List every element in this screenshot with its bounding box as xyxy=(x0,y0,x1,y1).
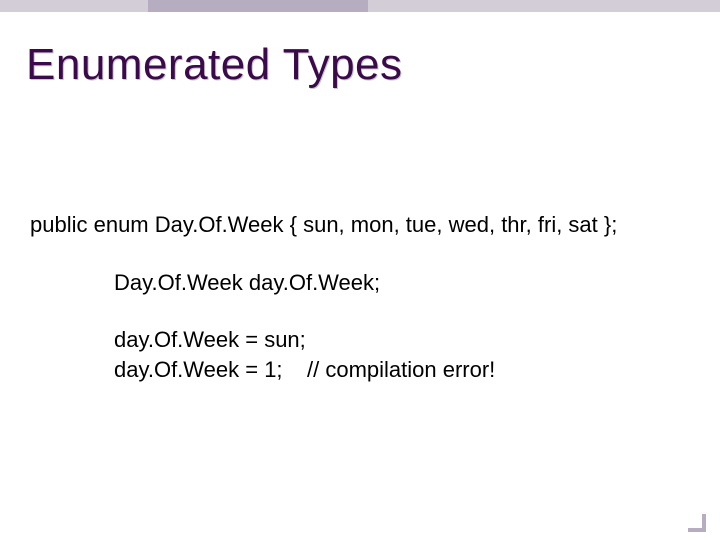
code-fragment-comment: // compilation error! xyxy=(307,357,495,382)
slide-body: public enum Day.Of.Week { sun, mon, tue,… xyxy=(30,210,617,385)
code-line-assign-valid: day.Of.Week = sun; xyxy=(114,325,617,355)
top-bar-accent xyxy=(148,0,368,12)
code-line-var-decl: Day.Of.Week day.Of.Week; xyxy=(114,268,617,298)
slide-title: Enumerated Types xyxy=(26,40,403,90)
code-block-assignments: day.Of.Week = sun; day.Of.Week = 1; // c… xyxy=(114,325,617,384)
code-line-enum-decl: public enum Day.Of.Week { sun, mon, tue,… xyxy=(30,210,617,240)
slide: Enumerated Types public enum Day.Of.Week… xyxy=(0,0,720,540)
corner-decoration xyxy=(688,514,706,532)
code-fragment-assign: day.Of.Week = 1; xyxy=(114,357,283,382)
code-line-assign-error: day.Of.Week = 1; // compilation error! xyxy=(114,355,617,385)
